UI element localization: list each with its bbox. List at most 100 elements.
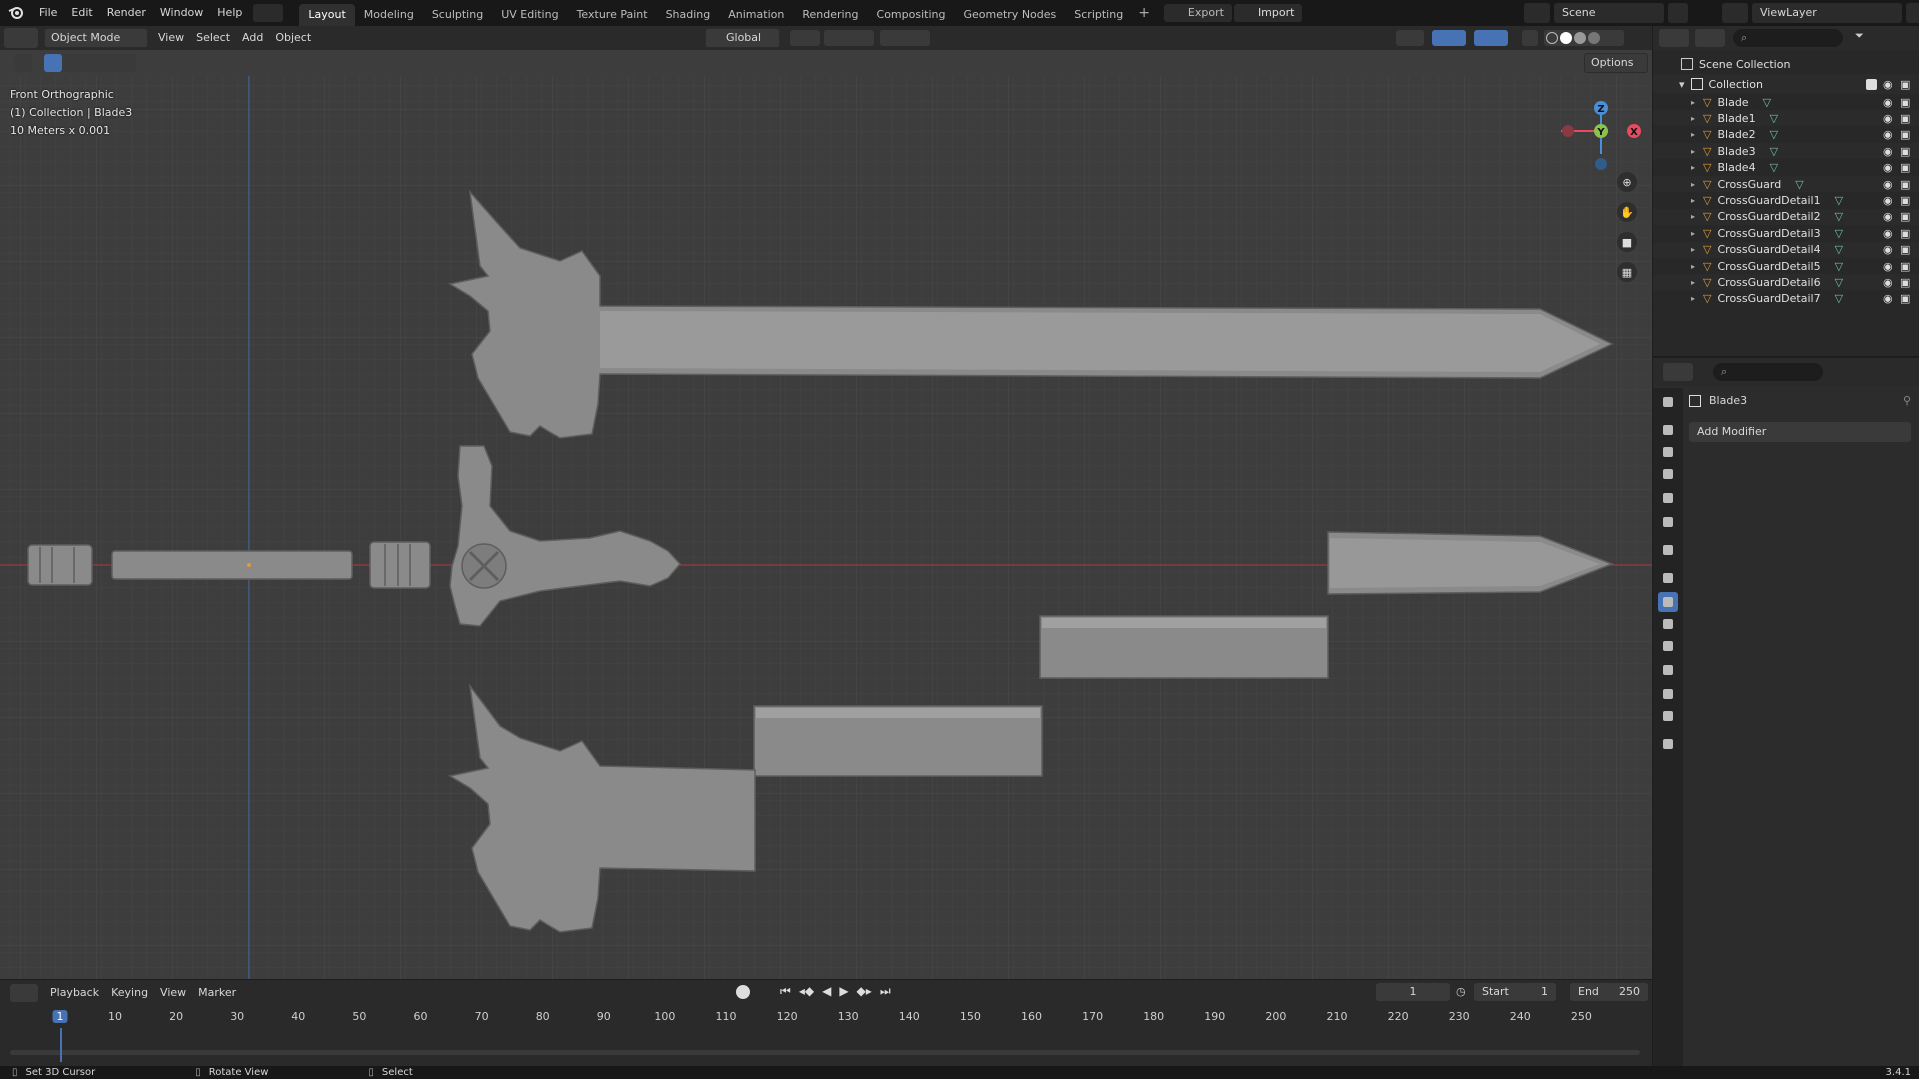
eye-icon[interactable]: ◉ bbox=[1883, 128, 1893, 141]
tab-shading[interactable]: Shading bbox=[657, 4, 720, 26]
clock-icon[interactable]: ◷ bbox=[1456, 985, 1466, 998]
expand-arrow-icon[interactable]: ▸ bbox=[1691, 229, 1695, 238]
tab-compositing[interactable]: Compositing bbox=[868, 4, 955, 26]
properties-tab-render-icon[interactable] bbox=[1658, 420, 1678, 440]
camera-render-icon[interactable]: ▣ bbox=[1900, 227, 1910, 240]
proportional-edit-icon[interactable] bbox=[880, 30, 930, 46]
pivot-icon[interactable] bbox=[790, 30, 820, 46]
properties-tab-particles-icon[interactable] bbox=[1658, 614, 1678, 634]
timeline-editor-icon[interactable] bbox=[10, 984, 38, 1002]
view-layer-icon[interactable] bbox=[1722, 3, 1748, 23]
outliner-editor-icon[interactable] bbox=[1659, 29, 1689, 47]
mesh-data-icon[interactable]: ▽ bbox=[1763, 96, 1771, 109]
outliner-item-crossguarddetail5[interactable]: ▸ ▽ CrossGuardDetail5 ▽ ◉ ▣ bbox=[1653, 258, 1919, 274]
current-frame-field[interactable]: 1 bbox=[1376, 983, 1450, 1001]
eye-icon[interactable]: ◉ bbox=[1883, 161, 1893, 174]
eye-icon[interactable]: ◉ bbox=[1883, 210, 1893, 223]
tab-rendering[interactable]: Rendering bbox=[793, 4, 867, 26]
mesh-data-icon[interactable]: ▽ bbox=[1770, 128, 1778, 141]
playback-controls[interactable]: ⏮ ◂◆ ◀ ▶ ◆▸ ⏭ bbox=[780, 984, 891, 999]
outliner-item-crossguarddetail1[interactable]: ▸ ▽ CrossGuardDetail1 ▽ ◉ ▣ bbox=[1653, 192, 1919, 208]
viewport-menu-view[interactable]: View bbox=[152, 28, 190, 48]
editor-type-icon[interactable] bbox=[4, 28, 38, 48]
play-reverse-icon[interactable]: ◀ bbox=[822, 984, 831, 999]
tab-sculpting[interactable]: Sculpting bbox=[423, 4, 492, 26]
menu-edit[interactable]: Edit bbox=[64, 0, 99, 26]
options-dropdown[interactable]: Options bbox=[1584, 53, 1648, 73]
expand-arrow-icon[interactable]: ▸ bbox=[1691, 180, 1695, 189]
gizmo-toggle-icon[interactable] bbox=[1432, 30, 1466, 46]
scene-collection-row[interactable]: Scene Collection bbox=[1653, 54, 1919, 74]
mesh-data-icon[interactable]: ▽ bbox=[1770, 145, 1778, 158]
import-button[interactable]: Import bbox=[1233, 4, 1303, 22]
timeline-ruler[interactable]: 1 10 20 30 40 50 60 70 80 90 100 110 120 130 140 150 160… bbox=[0, 1008, 1652, 1028]
camera-render-icon[interactable]: ▣ bbox=[1900, 178, 1910, 191]
mesh-data-icon[interactable]: ▽ bbox=[1835, 243, 1843, 256]
eye-icon[interactable]: ◉ bbox=[1883, 112, 1893, 125]
select-mode-icons[interactable] bbox=[44, 54, 136, 72]
properties-tab-material-icon[interactable] bbox=[1658, 706, 1678, 726]
scene-name-field[interactable]: Scene bbox=[1554, 3, 1664, 23]
view-layer-field[interactable]: ViewLayer bbox=[1752, 3, 1902, 23]
select-new-icon[interactable] bbox=[44, 54, 62, 72]
timeline-menu-marker[interactable]: Marker bbox=[192, 983, 242, 1003]
expand-arrow-icon[interactable]: ▸ bbox=[1691, 147, 1695, 156]
mesh-data-icon[interactable]: ▽ bbox=[1835, 194, 1843, 207]
filter-icon[interactable]: ⏷ bbox=[1855, 29, 1885, 47]
timeline-menu-playback[interactable]: Playback bbox=[44, 983, 105, 1003]
pin-icon[interactable]: ⚲ bbox=[1903, 394, 1911, 407]
eye-icon[interactable]: ◉ bbox=[1883, 227, 1893, 240]
eye-icon[interactable]: ◉ bbox=[1883, 178, 1893, 191]
select-tool-icon[interactable] bbox=[14, 54, 32, 72]
mesh-data-icon[interactable]: ▽ bbox=[1795, 178, 1803, 191]
outliner-item-crossguarddetail2[interactable]: ▸ ▽ CrossGuardDetail2 ▽ ◉ ▣ bbox=[1653, 208, 1919, 225]
menu-file[interactable]: File bbox=[32, 0, 64, 26]
properties-tab-object-icon[interactable] bbox=[1658, 568, 1678, 588]
menu-render[interactable]: Render bbox=[100, 0, 153, 26]
mesh-data-icon[interactable]: ▽ bbox=[1835, 260, 1843, 273]
pan-hand-icon[interactable]: ✋ bbox=[1617, 202, 1637, 222]
blender-logo-icon[interactable] bbox=[0, 0, 32, 26]
zoom-icon[interactable]: ⊕ bbox=[1617, 172, 1637, 192]
expand-arrow-icon[interactable]: ▸ bbox=[1691, 212, 1695, 221]
expand-arrow-icon[interactable]: ▸ bbox=[1691, 294, 1695, 303]
camera-render-icon[interactable]: ▣ bbox=[1900, 161, 1910, 174]
tab-uv-editing[interactable]: UV Editing bbox=[492, 4, 567, 26]
properties-tab-output-icon[interactable] bbox=[1658, 442, 1678, 462]
mesh-data-icon[interactable]: ▽ bbox=[1835, 210, 1843, 223]
snap-icon[interactable] bbox=[824, 30, 874, 46]
camera-render-icon[interactable]: ▣ bbox=[1900, 112, 1910, 125]
timeline-menu-view[interactable]: View bbox=[154, 983, 192, 1003]
material-shading-icon[interactable] bbox=[1574, 32, 1586, 44]
timeline-menu-keying[interactable]: Keying bbox=[105, 983, 154, 1003]
properties-tab-view-layer-icon[interactable] bbox=[1658, 464, 1678, 484]
expand-arrow-icon[interactable]: ▸ bbox=[1691, 163, 1695, 172]
camera-render-icon[interactable]: ▣ bbox=[1900, 96, 1910, 109]
tab-modeling[interactable]: Modeling bbox=[355, 4, 423, 26]
expand-arrow-icon[interactable]: ▸ bbox=[1691, 130, 1695, 139]
outliner-item-blade4[interactable]: ▸ ▽ Blade4 ▽ ◉ ▣ bbox=[1653, 160, 1919, 176]
perspective-grid-icon[interactable]: ▦ bbox=[1617, 262, 1637, 282]
properties-tab-collection-icon[interactable] bbox=[1658, 540, 1678, 560]
properties-search-input[interactable]: ⌕ bbox=[1713, 363, 1823, 381]
mesh-data-icon[interactable]: ▽ bbox=[1835, 227, 1843, 240]
overlay-toggle-icon[interactable] bbox=[1474, 30, 1508, 46]
properties-tab-modifier-icon[interactable] bbox=[1658, 592, 1678, 612]
mesh-data-icon[interactable]: ▽ bbox=[1835, 276, 1843, 289]
eye-icon[interactable]: ◉ bbox=[1883, 194, 1893, 207]
eye-icon[interactable]: ◉ bbox=[1883, 96, 1893, 109]
object-mode-dropdown[interactable]: Object Mode bbox=[44, 28, 148, 48]
next-keyframe-icon[interactable]: ◆▸ bbox=[857, 984, 872, 999]
camera-render-icon[interactable]: ▣ bbox=[1900, 292, 1910, 305]
viewport-menu-select[interactable]: Select bbox=[190, 28, 236, 48]
camera-icon[interactable]: ■ bbox=[1617, 232, 1637, 252]
expand-arrow-icon[interactable]: ▸ bbox=[1691, 114, 1695, 123]
tab-animation[interactable]: Animation bbox=[719, 4, 793, 26]
outliner-item-crossguarddetail7[interactable]: ▸ ▽ CrossGuardDetail7 ▽ ◉ ▣ bbox=[1653, 291, 1919, 307]
outliner-item-crossguarddetail4[interactable]: ▸ ▽ CrossGuardDetail4 ▽ ◉ ▣ bbox=[1653, 241, 1919, 258]
outliner-item-crossguard[interactable]: ▸ ▽ CrossGuard ▽ ◉ ▣ bbox=[1653, 176, 1919, 192]
camera-render-icon[interactable]: ▣ bbox=[1900, 78, 1910, 91]
end-frame-field[interactable]: End 250 bbox=[1570, 983, 1648, 1001]
new-view-layer-icon[interactable] bbox=[1906, 3, 1919, 23]
camera-render-icon[interactable]: ▣ bbox=[1900, 243, 1910, 256]
